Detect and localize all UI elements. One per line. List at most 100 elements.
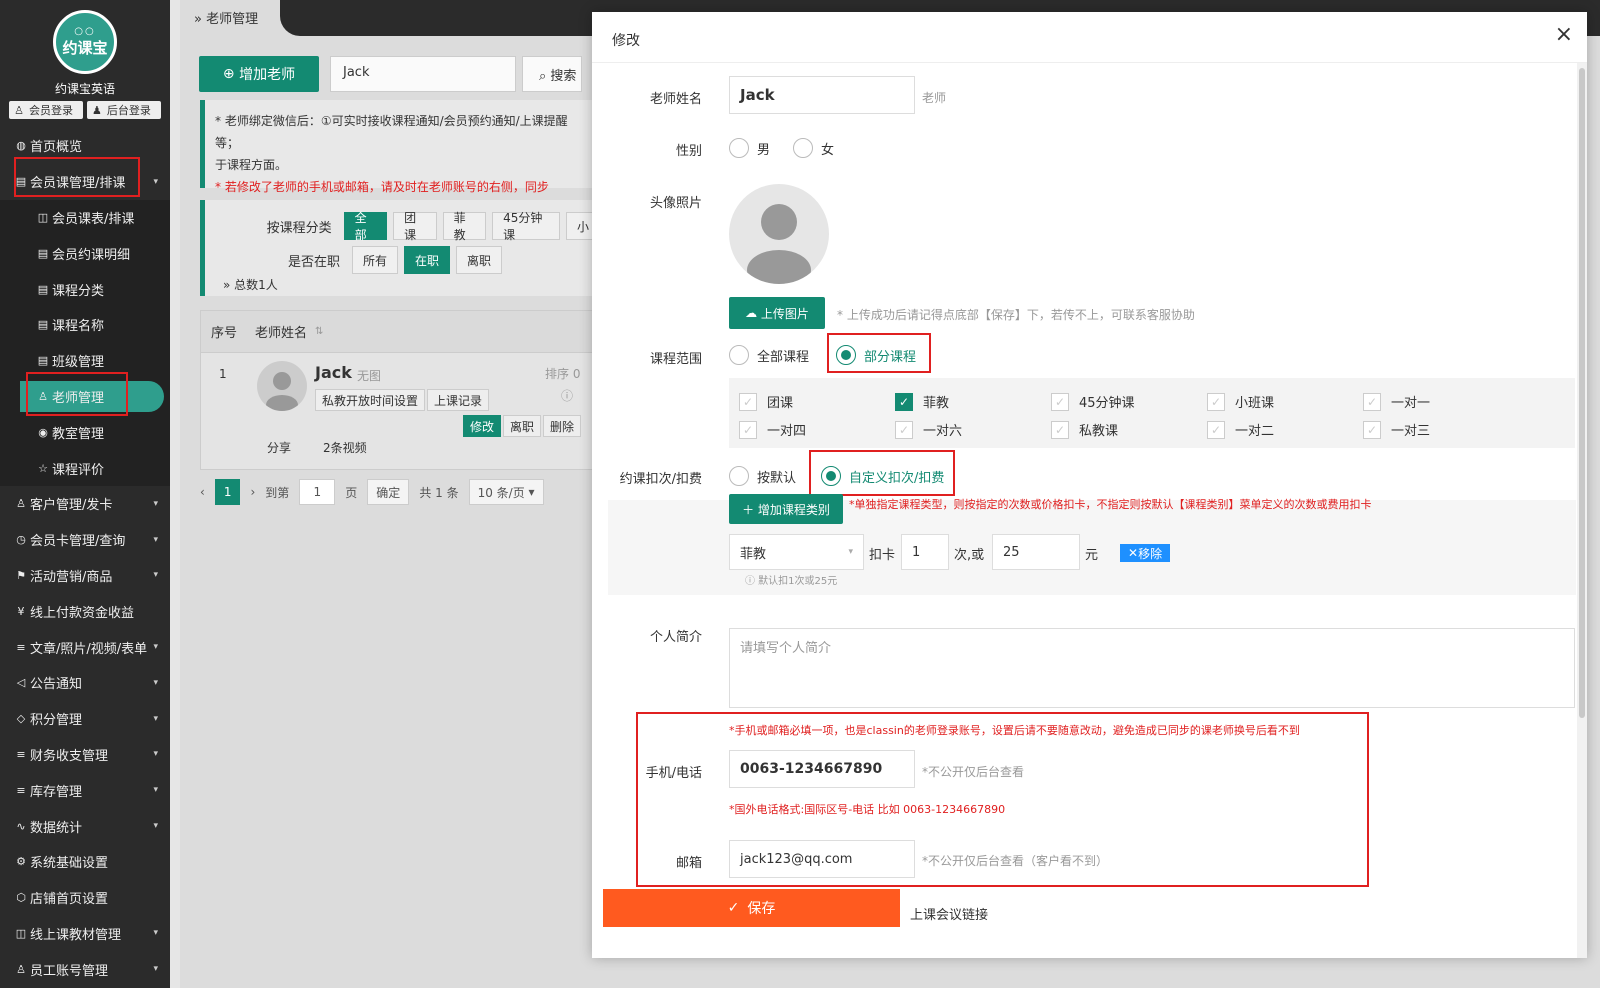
- sidebar-item[interactable]: ◫ 线上课教材管理 ▾: [0, 916, 170, 952]
- sidebar-item[interactable]: ¥ 线上付款资金收益: [0, 593, 170, 629]
- course-checkbox-grid: ✓ 团课 ✓ 菲教 ✓ 45分钟课 ✓ 小班课 ✓ 一对一 ✓ 一对四 ✓ 一对六 ✓ 私教课 ✓ 一对二 ✓ 一对三: [729, 378, 1575, 448]
- prev-page-icon[interactable]: ‹: [200, 485, 205, 499]
- sidebar-item[interactable]: ▤ 课程名称: [0, 306, 170, 343]
- gender-male-radio[interactable]: 男: [729, 138, 770, 158]
- search-button[interactable]: ⌕ 搜索: [522, 56, 582, 92]
- times-input[interactable]: 1: [901, 534, 949, 570]
- email-input[interactable]: jack123@qq.com: [729, 840, 915, 878]
- table-header: 序号 老师姓名 ⇅: [201, 311, 599, 353]
- sidebar-item[interactable]: ◫ 会员课表/排课: [0, 199, 170, 236]
- checkbox-checked-icon[interactable]: ✓: [895, 392, 913, 411]
- course-checkbox[interactable]: ✓ 一对六: [895, 420, 962, 439]
- sidebar-scrollbar[interactable]: [170, 0, 180, 988]
- sidebar-item[interactable]: ♙ 客户管理/发卡 ▾: [0, 486, 170, 522]
- sidebar-item[interactable]: ◁ 公告通知 ▾: [0, 665, 170, 701]
- course-checkbox[interactable]: ✓ 一对三: [1363, 420, 1430, 439]
- next-page-icon[interactable]: ›: [250, 485, 255, 499]
- checkbox-icon[interactable]: ✓: [1363, 392, 1381, 411]
- course-checkbox[interactable]: ✓ 私教课: [1051, 420, 1118, 439]
- scrollbar-thumb[interactable]: [1579, 68, 1585, 718]
- filter-status-tag[interactable]: 离职: [456, 246, 503, 274]
- sidebar-item[interactable]: ♙ 员工账号管理 ▾: [0, 951, 170, 987]
- course-checkbox[interactable]: ✓ 一对二: [1207, 420, 1274, 439]
- bio-textarea[interactable]: 请填写个人简介: [729, 628, 1575, 708]
- deduct-card-label: 扣卡: [869, 548, 896, 563]
- sidebar-item-label: 线上课教材管理: [30, 927, 122, 943]
- per-page-select[interactable]: 10 条/页 ▾: [468, 479, 544, 505]
- checkbox-icon[interactable]: ✓: [1051, 392, 1069, 411]
- radio-circle[interactable]: [793, 138, 813, 158]
- goto-confirm-button[interactable]: 确定: [367, 479, 410, 505]
- avatar-placeholder-icon: [266, 372, 298, 411]
- checkbox-icon[interactable]: ✓: [739, 392, 757, 411]
- filter-course-tag[interactable]: 全部: [343, 211, 388, 242]
- checkbox-icon[interactable]: ✓: [1363, 420, 1381, 439]
- sort-icon[interactable]: ⇅: [315, 326, 323, 337]
- sidebar-item[interactable]: ≡ 库存管理 ▾: [0, 772, 170, 808]
- close-icon[interactable]: ×: [1555, 22, 1573, 47]
- sidebar-item[interactable]: ☆ 课程评价: [0, 450, 170, 486]
- radio-circle[interactable]: [729, 345, 749, 365]
- radio-circle[interactable]: [729, 138, 749, 158]
- remove-button[interactable]: ✕ 移除: [1120, 544, 1171, 562]
- goto-input[interactable]: 1: [299, 479, 336, 505]
- leave-button[interactable]: 离职: [503, 415, 542, 437]
- scope-all-radio[interactable]: 全部课程: [729, 345, 809, 365]
- filter-status-tag[interactable]: 在职: [404, 246, 451, 274]
- deduct-default-radio[interactable]: 按默认: [729, 466, 796, 486]
- name-input[interactable]: Jack: [729, 76, 915, 114]
- info-icon[interactable]: ⓘ: [561, 387, 573, 404]
- sidebar-item[interactable]: ▤ 课程分类: [0, 271, 170, 307]
- search-input[interactable]: Jack: [330, 56, 516, 92]
- page-number[interactable]: 1: [214, 479, 241, 505]
- share-link[interactable]: 分享: [267, 439, 291, 456]
- course-checkbox[interactable]: ✓ 一对一: [1363, 392, 1430, 411]
- sliders-icon: ≡: [16, 747, 26, 761]
- logo: ○○ 约课宝: [53, 10, 117, 74]
- add-teacher-button[interactable]: ⊕ 增加老师: [199, 56, 319, 92]
- amount-input[interactable]: 25: [992, 534, 1080, 570]
- sidebar-item[interactable]: ⚑ 活动营销/商品 ▾: [0, 558, 170, 594]
- checkbox-icon[interactable]: ✓: [1207, 392, 1225, 411]
- phone-input[interactable]: 0063-1234667890: [729, 750, 915, 788]
- filter-course-tag[interactable]: 团课: [393, 211, 437, 242]
- admin-login-button[interactable]: ♟ 后台登录: [87, 101, 161, 119]
- gender-female-radio[interactable]: 女: [793, 138, 834, 158]
- filter-course-tag[interactable]: 45分钟课: [492, 211, 560, 242]
- course-select[interactable]: 菲教 ▾: [729, 534, 864, 570]
- course-checkbox[interactable]: ✓ 菲教: [895, 392, 949, 411]
- edit-button[interactable]: 修改: [463, 415, 502, 437]
- filter-course-tag[interactable]: 菲教: [442, 211, 487, 242]
- sidebar-item[interactable]: ◇ 积分管理 ▾: [0, 701, 170, 737]
- sidebar-item[interactable]: ∿ 数据统计 ▾: [0, 808, 170, 844]
- filter-panel: 按课程分类 全部 团课 菲教 45分钟课 小 是否在职 所有 在职 离职 » 总…: [200, 200, 601, 296]
- globe-icon: ◍: [16, 139, 26, 153]
- videos-link[interactable]: 2条视频: [323, 439, 367, 456]
- radio-circle[interactable]: [729, 466, 749, 486]
- sidebar-item[interactable]: ⬡ 店铺首页设置: [0, 880, 170, 916]
- member-login-button[interactable]: ♙ 会员登录: [9, 101, 83, 119]
- course-checkbox[interactable]: ✓ 45分钟课: [1051, 392, 1135, 411]
- sidebar-item[interactable]: ◷ 会员卡管理/查询 ▾: [0, 522, 170, 558]
- course-checkbox[interactable]: ✓ 一对四: [739, 420, 806, 439]
- delete-button[interactable]: 删除: [543, 415, 582, 437]
- save-button[interactable]: ✓ 保存: [603, 889, 900, 927]
- modal-scrollbar[interactable]: [1577, 63, 1587, 958]
- sidebar-item[interactable]: ▤ 会员约课明细: [0, 235, 170, 272]
- column-header-name[interactable]: 老师姓名: [255, 322, 307, 341]
- class-records-button[interactable]: 上课记录: [427, 389, 490, 411]
- private-time-button[interactable]: 私教开放时间设置: [315, 389, 426, 411]
- sidebar-item[interactable]: ≡ 财务收支管理 ▾: [0, 737, 170, 773]
- checkbox-icon[interactable]: ✓: [895, 420, 913, 439]
- sidebar-item[interactable]: ⚙ 系统基础设置: [0, 844, 170, 880]
- add-category-button[interactable]: ＋ 增加课程类别: [729, 494, 843, 524]
- checkbox-icon[interactable]: ✓: [1207, 420, 1225, 439]
- sidebar-item[interactable]: ≡ 文章/照片/视频/表单 ▾: [0, 629, 170, 665]
- course-checkbox[interactable]: ✓ 团课: [739, 392, 793, 411]
- course-checkbox[interactable]: ✓ 小班课: [1207, 392, 1274, 411]
- sidebar-item[interactable]: ◉ 教室管理: [0, 414, 170, 451]
- filter-status-tag[interactable]: 所有: [352, 246, 399, 274]
- checkbox-icon[interactable]: ✓: [1051, 420, 1069, 439]
- checkbox-icon[interactable]: ✓: [739, 420, 757, 439]
- upload-image-button[interactable]: ☁ 上传图片: [729, 297, 825, 329]
